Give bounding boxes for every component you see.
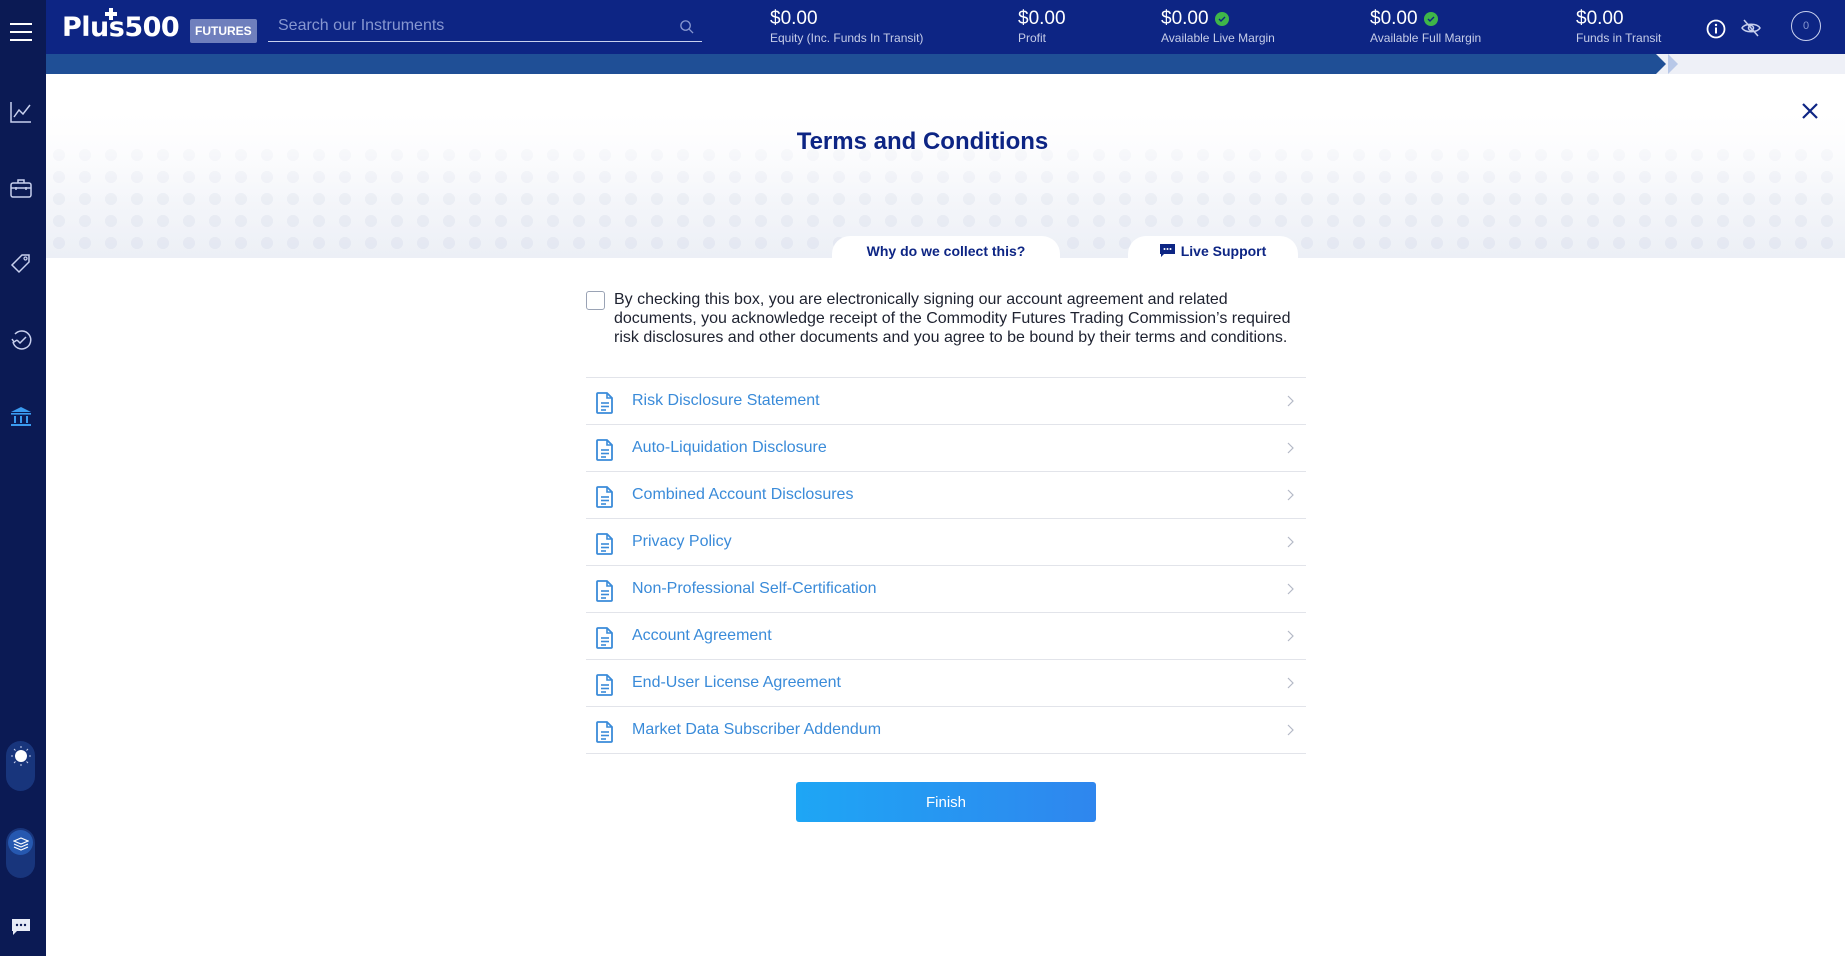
account-mode-toggle[interactable]: [6, 828, 35, 878]
chevron-right-icon: [1287, 489, 1294, 501]
document-label: Combined Account Disclosures: [632, 486, 854, 503]
sun-icon: [8, 743, 33, 768]
stat-label: Available Full Margin: [1370, 31, 1482, 45]
document-link[interactable]: Market Data Subscriber Addendum: [586, 707, 1306, 754]
chevron-right-icon: [1287, 442, 1294, 454]
futures-badge: FUTURES: [190, 19, 257, 43]
chevron-right-icon: [1287, 583, 1294, 595]
document-link[interactable]: End-User License Agreement: [586, 660, 1306, 707]
document-label: Account Agreement: [632, 627, 772, 644]
document-icon: [596, 533, 613, 555]
sidebar-item-funds[interactable]: [9, 404, 33, 428]
document-link[interactable]: Combined Account Disclosures: [586, 472, 1306, 519]
briefcase-icon: [10, 179, 32, 198]
sidebar-item-orders[interactable]: [9, 252, 33, 276]
search-icon[interactable]: [679, 19, 694, 34]
sidebar-item-portfolio[interactable]: [9, 176, 33, 200]
stat-value: $0.00: [1161, 8, 1209, 29]
document-link[interactable]: Auto-Liquidation Disclosure: [586, 425, 1306, 472]
notifications-button[interactable]: 0: [1791, 11, 1821, 41]
document-label: End-User License Agreement: [632, 674, 841, 691]
document-label: Non-Professional Self-Certification: [632, 580, 877, 597]
agreement-checkbox[interactable]: [586, 291, 605, 310]
menu-icon-bar: [10, 39, 32, 41]
stat-label: Available Live Margin: [1161, 31, 1275, 45]
stat-label: Profit: [1018, 31, 1047, 45]
close-icon[interactable]: [1800, 101, 1820, 121]
check-circle-icon: [1423, 12, 1438, 26]
onboarding-progress: [46, 54, 1845, 74]
chat-bubble-icon: [1159, 244, 1175, 257]
top-bar: Plus500 FUTURES $0.00 Equity (Inc. Funds…: [46, 0, 1845, 54]
modal-header-background: [46, 74, 1845, 258]
document-icon: [596, 439, 613, 461]
stat-value: $0.00: [1018, 8, 1066, 29]
stat-label: Funds in Transit: [1576, 31, 1662, 45]
document-icon: [596, 392, 613, 414]
search-input[interactable]: [268, 12, 702, 40]
stat-live-margin: $0.00 Available Live Margin: [1161, 8, 1275, 46]
document-list: Risk Disclosure Statement Auto-Liquidatio…: [586, 377, 1306, 754]
document-link[interactable]: Non-Professional Self-Certification: [586, 566, 1306, 613]
document-icon: [596, 721, 613, 743]
stat-value: $0.00: [1370, 8, 1418, 29]
history-check-icon: [11, 330, 32, 350]
money-stack-icon: [8, 830, 33, 855]
document-icon: [596, 486, 613, 508]
stat-value: $0.00: [1576, 8, 1624, 29]
why-collect-button[interactable]: Why do we collect this?: [832, 236, 1060, 266]
page-title: Terms and Conditions: [796, 128, 1049, 155]
stat-equity: $0.00 Equity (Inc. Funds In Transit): [770, 8, 924, 46]
progress-arrow-next: [1668, 54, 1678, 74]
chat-icon: [12, 919, 30, 935]
finish-button[interactable]: Finish: [796, 782, 1096, 822]
document-icon: [596, 580, 613, 602]
document-link[interactable]: Account Agreement: [586, 613, 1306, 660]
document-label: Privacy Policy: [632, 533, 732, 550]
menu-icon-bar: [10, 23, 32, 25]
menu-icon-bar: [10, 31, 32, 33]
document-link[interactable]: Risk Disclosure Statement: [586, 378, 1306, 425]
document-label: Auto-Liquidation Disclosure: [632, 439, 827, 456]
chevron-right-icon: [1287, 677, 1294, 689]
live-support-label: Live Support: [1180, 243, 1267, 259]
tag-icon: [10, 254, 30, 274]
why-collect-label: Why do we collect this?: [866, 243, 1026, 259]
live-support-button[interactable]: Live Support: [1128, 236, 1298, 266]
info-icon[interactable]: [1706, 19, 1726, 39]
logo-plus-icon: [105, 8, 117, 20]
stat-label: Equity (Inc. Funds In Transit): [770, 31, 924, 45]
menu-button[interactable]: [10, 23, 32, 41]
hide-balance-icon[interactable]: [1740, 18, 1762, 38]
progress-arrow: [1656, 54, 1666, 74]
stat-value: $0.00: [770, 8, 818, 29]
pattern-fade: [46, 74, 1845, 258]
document-icon: [596, 674, 613, 696]
chevron-right-icon: [1287, 724, 1294, 736]
chat-button[interactable]: [11, 918, 31, 936]
sidebar-item-history[interactable]: [9, 328, 33, 352]
stat-funds-in-transit: $0.00 Funds in Transit: [1576, 8, 1662, 46]
progress-fill: [46, 54, 1656, 74]
document-label: Market Data Subscriber Addendum: [632, 721, 882, 738]
bank-icon: [11, 407, 31, 426]
agreement-text: By checking this box, you are electronic…: [614, 291, 1291, 346]
theme-toggle[interactable]: [6, 741, 35, 791]
stat-profit: $0.00 Profit: [1018, 8, 1066, 46]
document-icon: [596, 627, 613, 649]
document-label: Risk Disclosure Statement: [632, 392, 820, 409]
stat-full-margin: $0.00 Available Full Margin: [1370, 8, 1482, 46]
chevron-right-icon: [1287, 630, 1294, 642]
search-bar: [268, 12, 702, 42]
logo: Plus500: [62, 12, 180, 43]
line-chart-icon: [10, 102, 31, 123]
sidebar-item-chart[interactable]: [9, 100, 33, 124]
chevron-right-icon: [1287, 395, 1294, 407]
check-circle-icon: [1214, 12, 1229, 26]
document-link[interactable]: Privacy Policy: [586, 519, 1306, 566]
chevron-right-icon: [1287, 536, 1294, 548]
